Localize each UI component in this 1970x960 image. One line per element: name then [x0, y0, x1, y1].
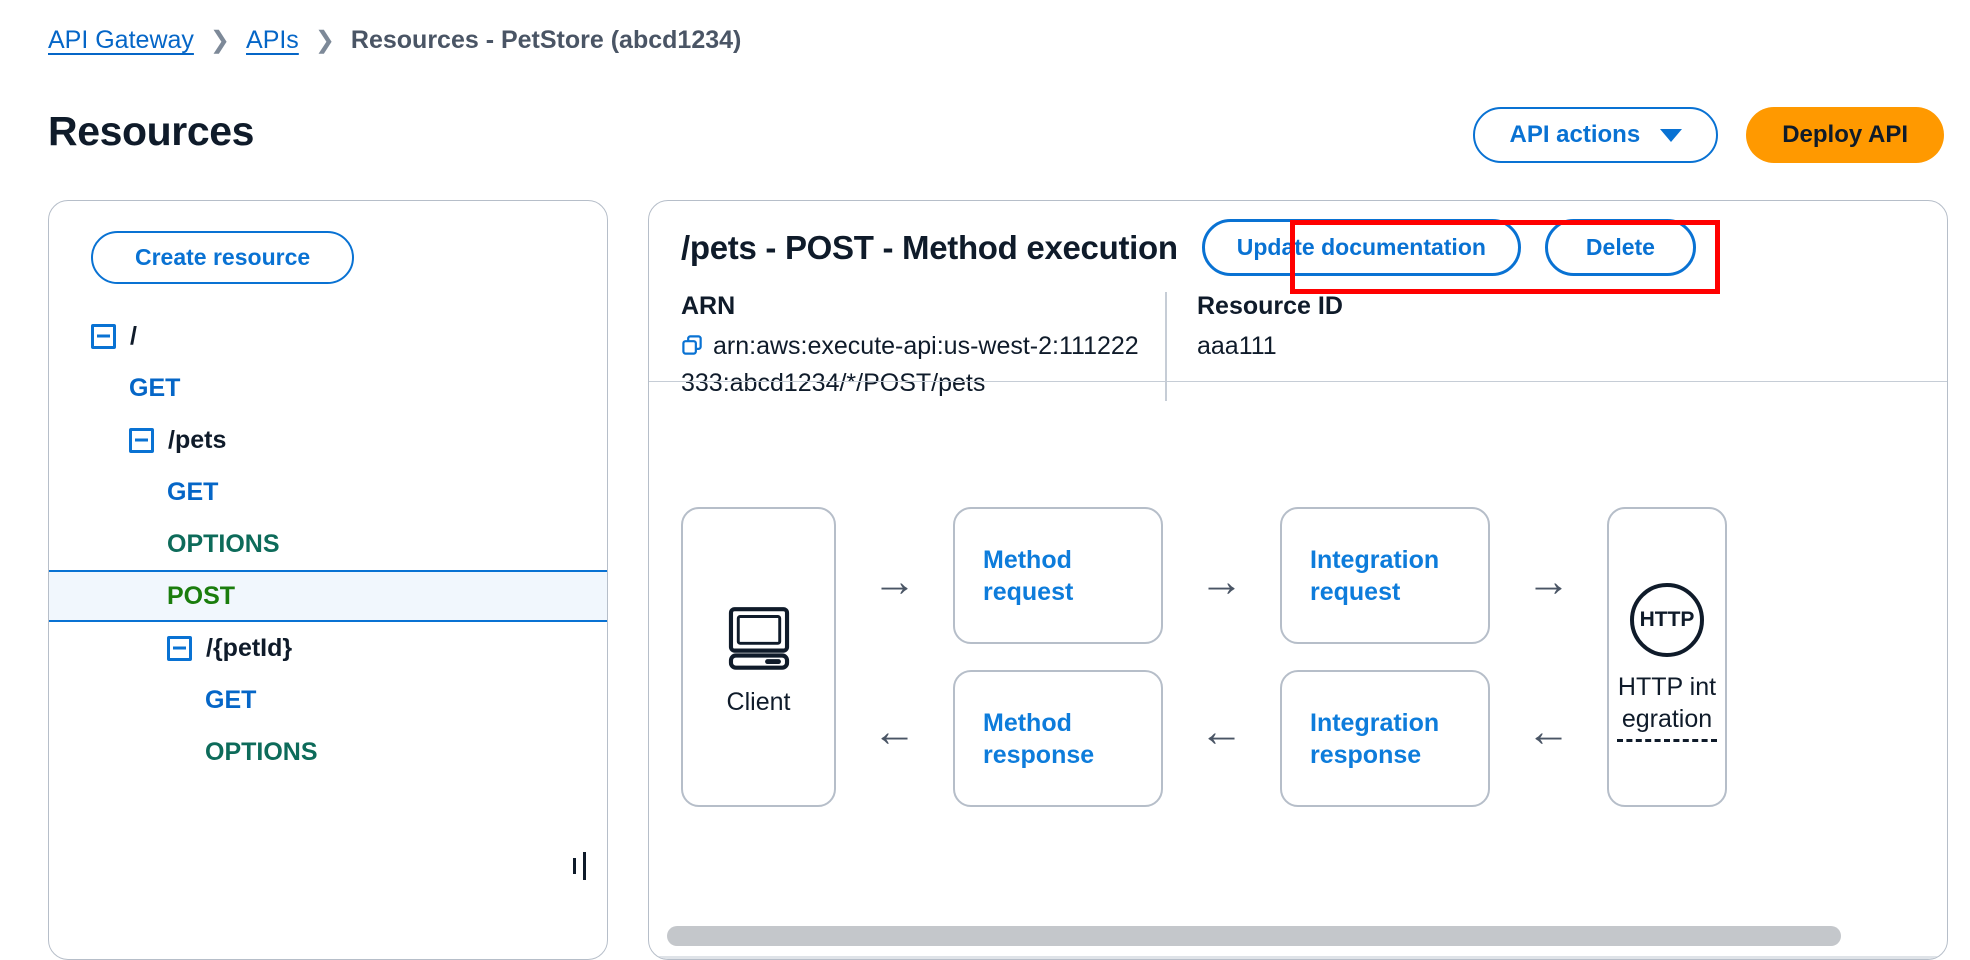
arrow-column-integration: → ← [1490, 507, 1607, 807]
breadcrumb-item-api-gateway[interactable]: API Gateway [48, 26, 194, 55]
tree-item-get[interactable]: GET [49, 674, 607, 726]
resource-id-value: aaa111 [1197, 332, 1277, 360]
page-title: Resources [48, 108, 255, 154]
method-execution-header: /pets - POST - Method execution Update d… [649, 201, 1947, 276]
tree-item-[interactable]: / [49, 310, 607, 362]
integration-response-label: Integration response [1310, 708, 1440, 769]
arn-value: arn:aws:execute-api:us-west-2:111222333:… [681, 332, 1139, 397]
arrow-right-icon: → [1199, 557, 1244, 606]
tree-item-get[interactable]: GET [49, 466, 607, 518]
arrow-left-icon: ← [1526, 707, 1571, 756]
update-documentation-button[interactable]: Update documentation [1201, 219, 1521, 276]
create-resource-button[interactable]: Create resource [91, 231, 355, 284]
tree-item-label: POST [167, 581, 236, 610]
tree-item-label: / [130, 321, 137, 350]
tree-item-label: GET [205, 685, 257, 714]
method-response-box[interactable]: Method response [953, 670, 1163, 807]
arrow-column-client: → ← [836, 507, 953, 807]
collapse-toggle-icon[interactable] [167, 635, 192, 661]
arn-value-row: arn:aws:execute-api:us-west-2:111222333:… [681, 330, 1149, 401]
arn-label: ARN [681, 292, 736, 320]
method-request-box[interactable]: Method request [953, 507, 1163, 644]
breadcrumb-item-current: Resources - PetStore (abcd1234) [350, 26, 742, 54]
breadcrumb-item-apis[interactable]: APIs [246, 26, 299, 55]
tree-item-options[interactable]: OPTIONS [49, 518, 607, 570]
tree-item-label: GET [129, 373, 181, 402]
tree-item-label: GET [167, 477, 219, 506]
arrow-right-icon: → [1526, 557, 1571, 606]
text-cursor-icon [573, 852, 586, 880]
tree-item-label: OPTIONS [167, 529, 280, 558]
delete-button[interactable]: Delete [1544, 219, 1696, 276]
copy-icon[interactable] [681, 333, 704, 367]
method-response-label: Method response [983, 708, 1095, 769]
tree-item-post[interactable]: POST [49, 570, 607, 622]
http-integration-label: HTTP integration [1617, 672, 1717, 733]
tree-item-pets[interactable]: /pets [49, 414, 607, 466]
chevron-down-icon [1660, 128, 1683, 142]
header-actions: API actions Deploy API [1473, 107, 1944, 163]
desktop-computer-icon [720, 597, 798, 680]
integration-column: Integration request Integration response [1280, 507, 1490, 807]
tree-item-label: /pets [168, 425, 227, 454]
method-column: Method request Method response [953, 507, 1163, 807]
card-bottom-edge [649, 956, 1947, 959]
tree-item-options[interactable]: OPTIONS [49, 726, 607, 778]
api-actions-label: API actions [1509, 121, 1641, 148]
breadcrumb-separator-icon: ❯ [209, 27, 231, 54]
create-resource-wrap: Create resource [49, 201, 607, 284]
tree-item-label: /{petId} [206, 633, 293, 662]
client-label: Client [726, 688, 791, 716]
integration-request-box[interactable]: Integration request [1280, 507, 1490, 644]
method-execution-flow: Client → ← Method request Method respons… [649, 397, 1947, 917]
arrow-left-icon: ← [1199, 707, 1244, 756]
breadcrumb-separator-icon: ❯ [314, 27, 335, 54]
client-box[interactable]: Client [681, 507, 836, 807]
tree-item-get[interactable]: GET [49, 362, 607, 414]
http-badge-icon: HTTP [1630, 582, 1704, 657]
resource-id-section: Resource ID aaa111 [1165, 292, 1645, 401]
http-integration-box[interactable]: HTTP HTTP integration [1607, 507, 1727, 807]
arn-section: ARN arn:aws:execute-api:us-west-2:111222… [649, 292, 1149, 401]
collapse-toggle-icon[interactable] [129, 427, 154, 453]
deploy-api-button[interactable]: Deploy API [1746, 107, 1944, 163]
resources-sidebar: Create resource / GET/pets GET OPTIONS POST /… [48, 200, 608, 960]
method-execution-title: /pets - POST - Method execution [681, 228, 1178, 266]
section-divider [649, 381, 1947, 382]
arrow-left-icon: ← [872, 707, 917, 756]
resource-tree: / GET/pets GET OPTIONS POST /{petId} GET OPTION… [49, 310, 607, 778]
method-request-label: Method request [983, 545, 1074, 606]
dashed-divider [1617, 738, 1717, 742]
integration-request-label: Integration request [1310, 545, 1440, 606]
horizontal-scrollbar[interactable] [667, 926, 1929, 946]
tree-item-petid[interactable]: /{petId} [49, 622, 607, 674]
tree-item-label: OPTIONS [205, 737, 318, 766]
scrollbar-thumb[interactable] [667, 926, 1841, 946]
api-actions-button[interactable]: API actions [1473, 107, 1719, 163]
method-execution-panel: /pets - POST - Method execution Update d… [648, 200, 1948, 960]
breadcrumb: API Gateway ❯ APIs ❯ Resources - PetStor… [48, 26, 741, 55]
integration-response-box[interactable]: Integration response [1280, 670, 1490, 807]
arrow-column-method: → ← [1163, 507, 1280, 807]
resource-id-label: Resource ID [1197, 292, 1343, 320]
collapse-toggle-icon[interactable] [91, 323, 116, 349]
arrow-right-icon: → [872, 557, 917, 606]
